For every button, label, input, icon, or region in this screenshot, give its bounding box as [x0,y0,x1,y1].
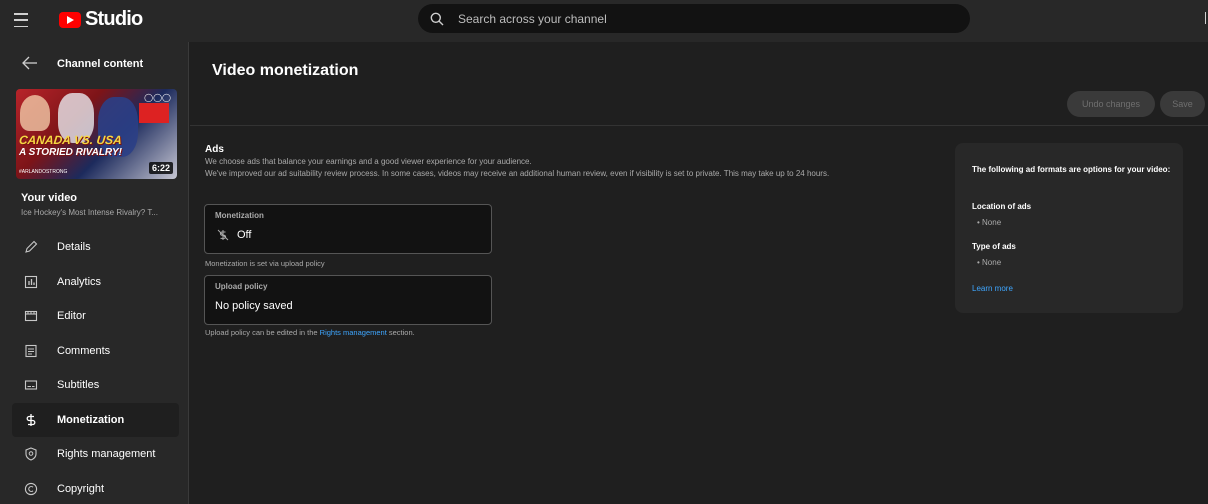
undo-changes-button[interactable]: Undo changes [1067,91,1155,117]
logo-text: Studio [85,8,143,30]
rights-icon [24,447,38,461]
subtitles-icon [24,378,38,392]
top-bar: Studio [0,0,1208,42]
sidebar-item-label: Details [57,241,91,253]
monetization-field[interactable]: Monetization Off [204,204,492,254]
upload-policy-label: Upload policy [215,282,268,291]
canada-flag-image [139,103,169,123]
sidebar-item-label: Monetization [57,413,125,426]
type-of-ads-value: • None [977,258,1002,267]
back-to-channel-content[interactable]: Channel content [0,54,189,74]
thumbnail-player-image [20,95,50,131]
comments-icon [24,344,38,358]
divider [190,125,1208,126]
ads-description-line: We've improved our ad suitability review… [205,169,830,178]
location-of-ads-label: Location of ads [972,202,1032,211]
location-of-ads-value: • None [977,218,1002,227]
pencil-icon [24,240,38,254]
sidebar-item-monetization[interactable]: Monetization [0,402,189,438]
sidebar-item-comments[interactable]: Comments [0,334,189,369]
monetization-value-row: Off [215,229,251,241]
sidebar-nav: Details Analytics Editor Comments Subtit… [0,230,189,504]
analytics-icon [24,275,38,289]
thumbnail-subheadline: A STORIED RIVALRY! [19,147,122,158]
youtube-play-icon [59,11,81,28]
sidebar: Channel content ◯◯◯ CANADA VS. USA A STO… [0,42,189,504]
upload-policy-helper-text: Upload policy can be edited in the Right… [205,328,415,337]
type-of-ads-label: Type of ads [972,242,1016,251]
ad-formats-info-card: The following ad formats are options for… [955,143,1183,313]
rights-management-link[interactable]: Rights management [320,328,387,337]
monetization-helper-text: Monetization is set via upload policy [205,259,325,268]
sidebar-item-details[interactable]: Details [0,230,189,265]
main-content: Video monetization Undo changes Save Ads… [190,42,1208,504]
back-arrow-icon[interactable] [22,56,40,72]
video-thumbnail[interactable]: ◯◯◯ CANADA VS. USA A STORIED RIVALRY! #A… [16,89,177,179]
info-card-heading: The following ad formats are options for… [972,165,1171,174]
sidebar-item-label: Comments [57,344,111,357]
page-title: Video monetization [212,62,359,79]
dollar-icon [24,413,38,427]
upload-policy-field[interactable]: Upload policy No policy saved [204,275,492,325]
sidebar-item-label: Editor [57,310,86,322]
sidebar-item-label: Rights management [57,448,156,460]
copyright-icon [24,482,38,496]
money-off-icon [217,229,229,241]
upload-policy-value: No policy saved [215,300,293,312]
type-value: None [982,258,1002,267]
sidebar-item-copyright[interactable]: Copyright [0,472,189,504]
helper-suffix: section. [386,328,415,337]
sidebar-item-editor[interactable]: Editor [0,299,189,334]
search-bar[interactable] [418,4,970,33]
helper-prefix: Upload policy can be edited in the [205,328,320,337]
ads-section-title: Ads [205,144,224,155]
sidebar-item-label: Subtitles [57,379,100,391]
learn-more-link[interactable]: Learn more [972,284,1013,293]
video-title: Ice Hockey's Most Intense Rivalry? T... [21,208,158,217]
studio-logo[interactable]: Studio [59,8,143,31]
editor-icon [24,309,38,323]
sidebar-item-rights-management[interactable]: Rights management [0,437,189,472]
search-icon[interactable] [430,12,444,26]
save-button[interactable]: Save [1160,91,1205,117]
sidebar-item-subtitles[interactable]: Subtitles [0,368,189,403]
ads-description: We choose ads that balance your earnings… [205,156,865,180]
thumbnail-tag: #ARLANDOSTRONG [19,169,68,175]
thumbnail-headline: CANADA VS. USA [18,133,123,147]
menu-icon[interactable] [14,13,28,27]
your-video-label: Your video [21,192,78,204]
video-duration: 6:22 [148,162,173,174]
olympic-rings-icon: ◯◯◯ [144,93,171,102]
location-value: None [982,218,1002,227]
sidebar-item-label: Analytics [57,275,102,288]
sidebar-item-analytics[interactable]: Analytics [0,265,189,300]
monetization-value: Off [237,229,252,241]
sidebar-item-label: Copyright [57,482,105,495]
ads-description-line: We choose ads that balance your earnings… [205,157,532,166]
monetization-label: Monetization [215,211,264,220]
search-input[interactable] [458,11,938,26]
back-label: Channel content [57,58,144,70]
